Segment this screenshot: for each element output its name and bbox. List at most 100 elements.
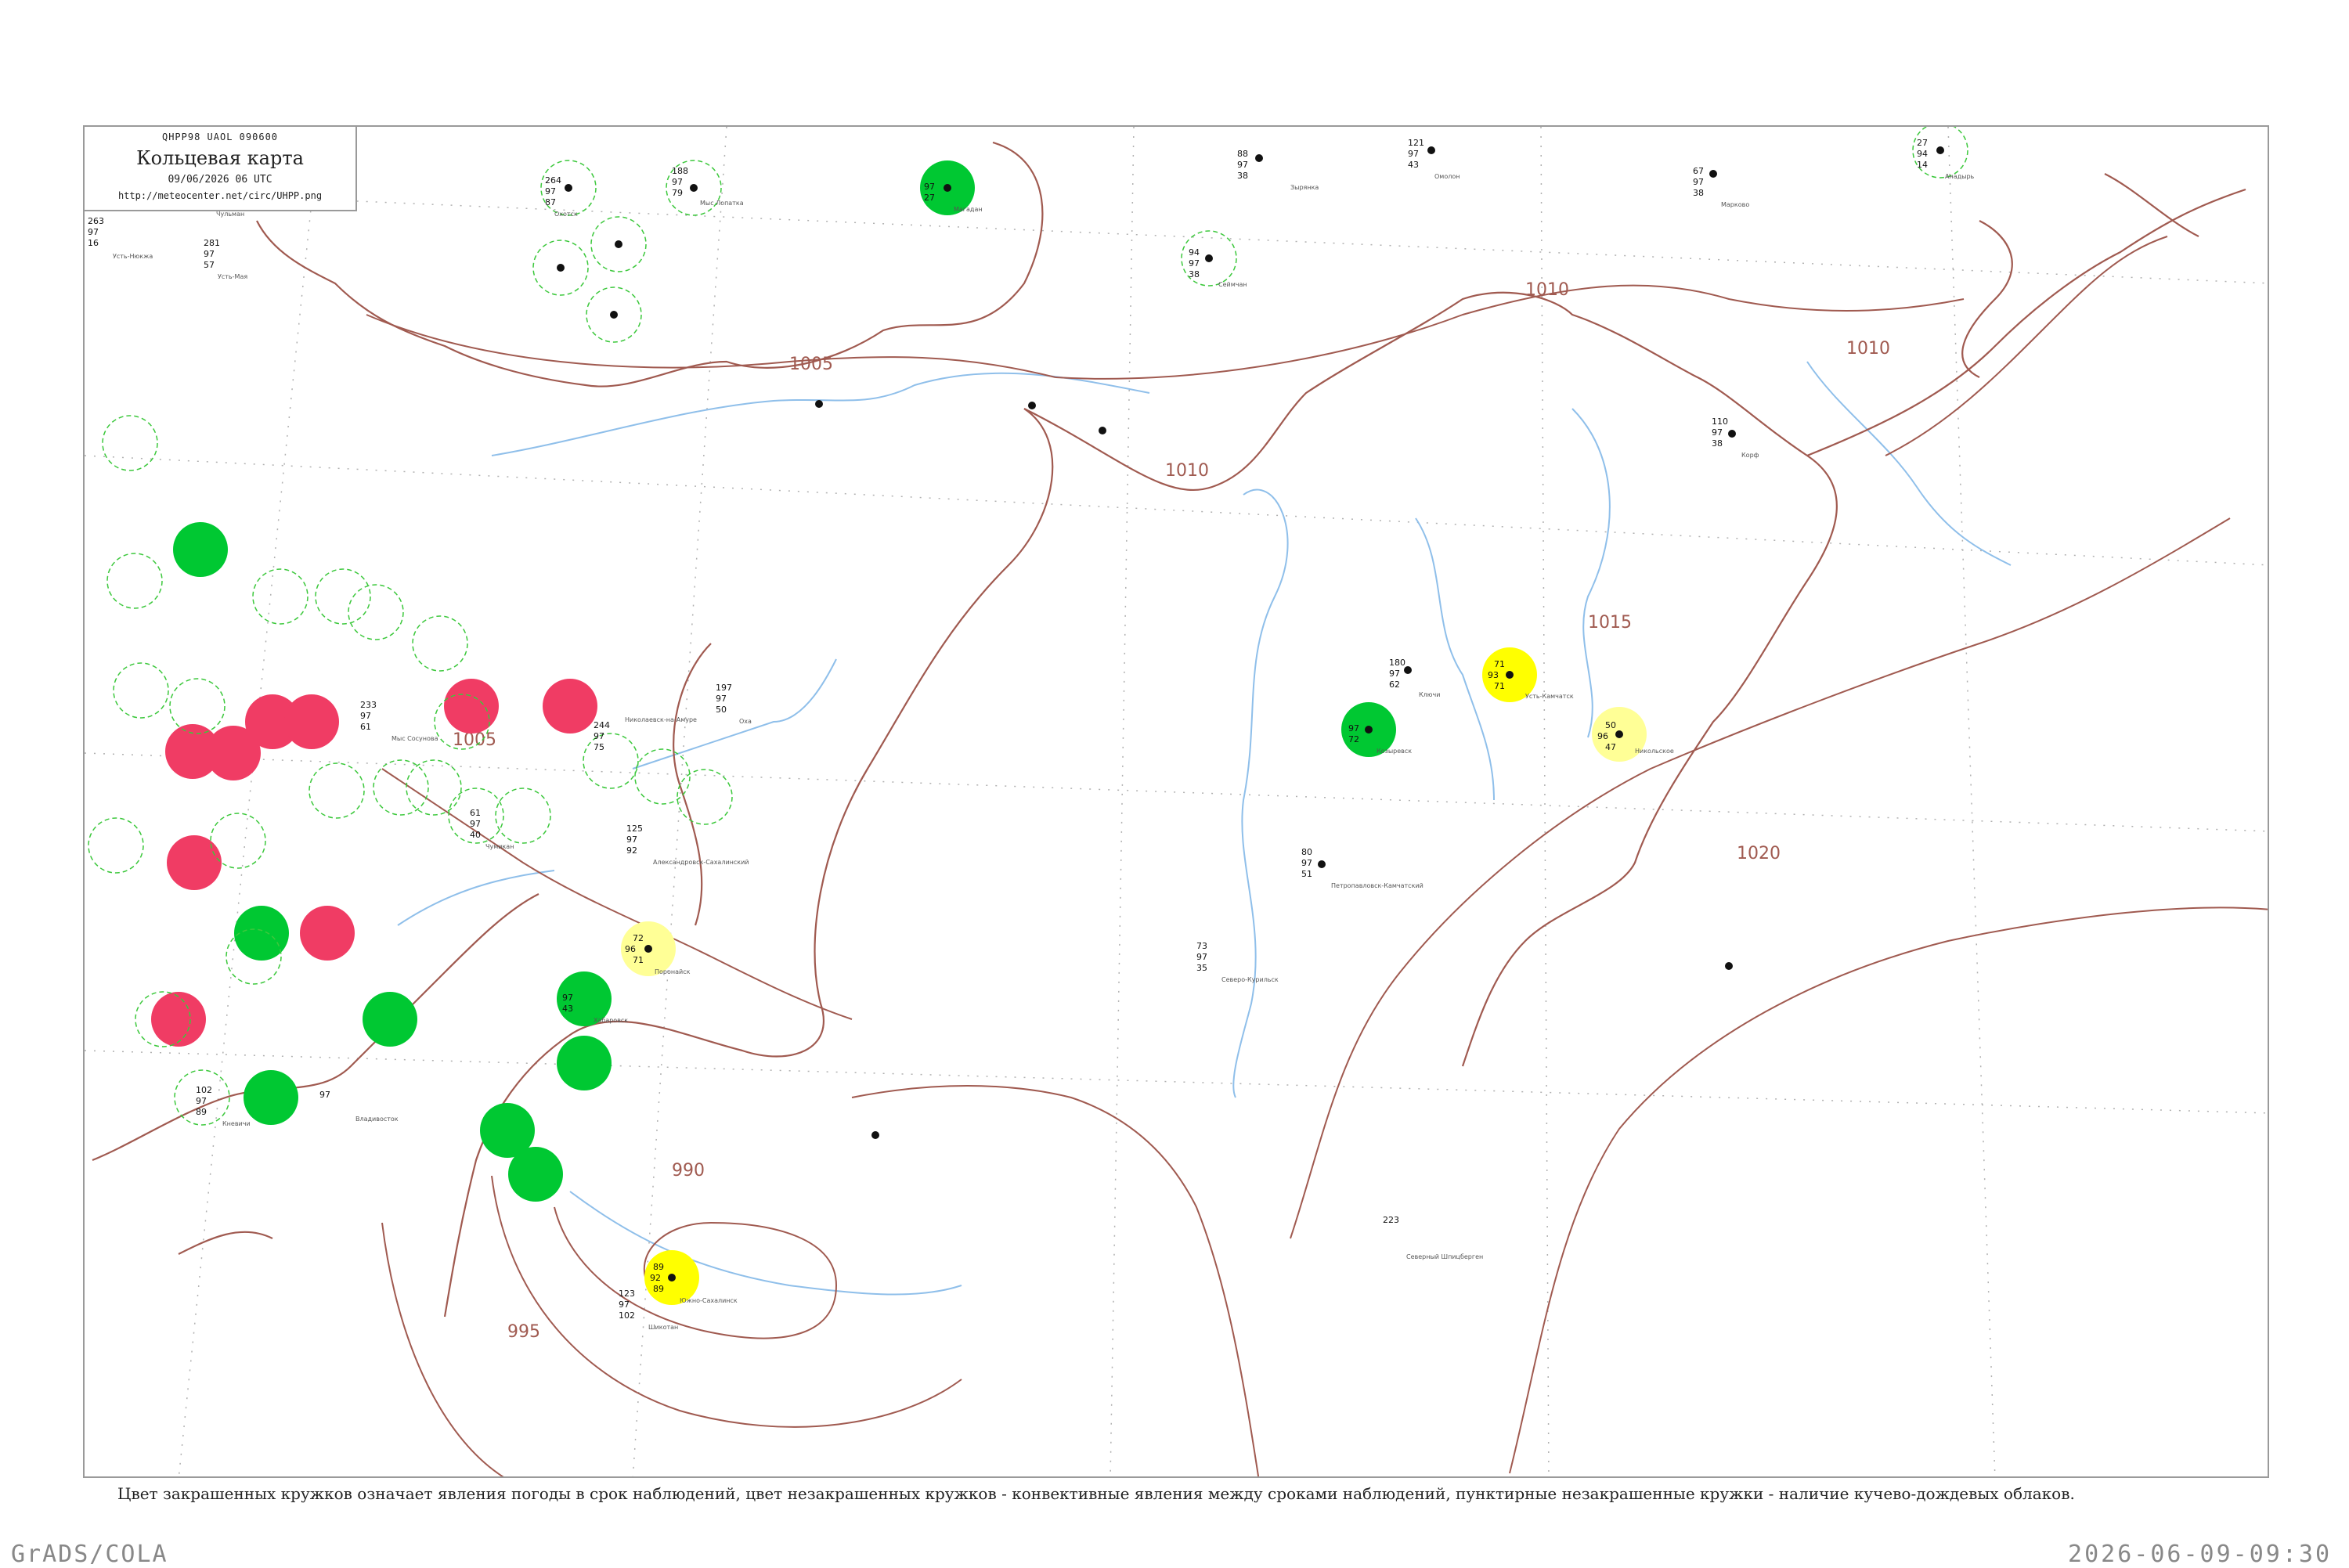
station-pressure: 50 <box>1605 720 1616 730</box>
station-dew: 62 <box>1389 679 1400 690</box>
station-name: Омолон <box>1434 173 1460 180</box>
station-dew: 47 <box>1605 742 1616 752</box>
station-pressure: 71 <box>1494 659 1505 669</box>
station-name: Кневичи <box>222 1120 251 1127</box>
station-temp: 97 <box>594 731 604 741</box>
station-pressure: 125 <box>626 824 643 834</box>
station-temp: 97 <box>626 834 637 845</box>
station-green-marker[interactable] <box>363 992 417 1047</box>
station-dew: 43 <box>562 1004 573 1014</box>
station-cb-marker[interactable] <box>210 813 266 869</box>
station-dew: 75 <box>594 742 604 752</box>
station-red-marker[interactable] <box>167 835 222 890</box>
station-pressure: 233 <box>360 700 377 710</box>
station-temp: 97 <box>1389 669 1400 679</box>
station-red-marker[interactable] <box>151 992 206 1047</box>
bulletin-code: QHPP98 UAOL 090600 <box>161 132 279 142</box>
station-green-marker[interactable] <box>508 1147 563 1202</box>
station-pressure: 67 <box>1693 166 1704 176</box>
station-temp: 97 <box>470 819 481 829</box>
station-name: Корф <box>1741 452 1759 459</box>
station-name: Козыревск <box>1377 748 1412 755</box>
station-dew: 102 <box>619 1310 635 1321</box>
station-name: Шикотан <box>648 1324 678 1331</box>
station-pressure: 121 <box>1408 138 1424 148</box>
station-dew: 38 <box>1237 171 1248 181</box>
station-dew: 35 <box>1196 963 1207 973</box>
station-temp: 97 <box>1712 427 1723 438</box>
station-cb-marker[interactable] <box>113 662 169 719</box>
station-cb-marker[interactable] <box>106 553 163 609</box>
station-name: Усть-Камчатск <box>1525 693 1574 700</box>
station-temp: 97 <box>204 249 215 259</box>
station-dew: 38 <box>1189 269 1200 279</box>
station-temp: 97 <box>1301 858 1312 868</box>
station-dew: 89 <box>653 1284 664 1294</box>
footer-software: GrADS/COLA <box>11 1541 168 1568</box>
station-red-marker[interactable] <box>444 679 499 734</box>
station-cb-marker[interactable] <box>634 748 691 805</box>
station-name: Мыс Лопатка <box>700 200 744 207</box>
station-cb-marker[interactable] <box>583 733 639 789</box>
station-dew: 89 <box>196 1107 207 1117</box>
station-temp: 97 <box>1348 723 1359 734</box>
isobar-label: 1020 <box>1737 844 1781 863</box>
station-name: Владивосток <box>355 1116 399 1123</box>
station-red-marker[interactable] <box>300 906 355 961</box>
station-green-marker[interactable] <box>244 1070 298 1125</box>
station-temp: 94 <box>1917 149 1928 159</box>
station-name: Хабаровск <box>594 1017 628 1024</box>
station-red-marker[interactable] <box>206 726 261 780</box>
station-pressure: 73 <box>1196 941 1207 951</box>
station-dew: 27 <box>924 193 935 203</box>
station-cb-marker[interactable] <box>406 759 462 816</box>
station-temp: 97 <box>924 182 935 192</box>
station-dew: 87 <box>545 197 556 207</box>
station-dew: 79 <box>672 188 683 198</box>
station-name: Охотск <box>554 211 578 218</box>
station-name: Анадырь <box>1945 173 1975 180</box>
map-canvas[interactable]: 1005 1010 1010 1010 1015 1020 1005 990 9… <box>85 127 2269 1478</box>
station-name: Поронайск <box>655 968 691 975</box>
footer-timestamp: 2026-06-09-09:30 <box>2068 1541 2332 1568</box>
station-pressure: 110 <box>1712 416 1728 427</box>
station-green-marker[interactable] <box>173 522 228 577</box>
map-frame[interactable]: 1005 1010 1010 1010 1015 1020 1005 990 9… <box>83 125 2269 1478</box>
station-cb-marker[interactable] <box>373 759 429 816</box>
station-cb-marker[interactable] <box>348 584 404 640</box>
station-cb-marker[interactable] <box>677 769 733 825</box>
station-cb-marker[interactable] <box>252 568 309 625</box>
station-pressure: 180 <box>1389 658 1405 668</box>
station-pressure: 94 <box>1189 247 1200 258</box>
station-red-marker[interactable] <box>543 679 597 734</box>
station-dew: 71 <box>633 955 644 965</box>
map-title-box: QHPP98 UAOL 090600 Кольцевая карта 09/06… <box>83 125 357 211</box>
station-pressure: 88 <box>1237 149 1248 159</box>
station-name: Оха <box>739 718 752 725</box>
station-temp: 92 <box>650 1273 661 1283</box>
station-dew: 40 <box>470 830 481 840</box>
station-name: Южно-Сахалинск <box>680 1297 738 1304</box>
station-cb-marker[interactable] <box>315 568 371 625</box>
station-name: Чульман <box>216 211 244 218</box>
isobar-label: 1010 <box>1525 280 1569 300</box>
station-dew: 43 <box>1408 160 1419 170</box>
station-cb-marker[interactable] <box>309 762 365 819</box>
station-temp: 97 <box>360 711 371 721</box>
map-caption: Цвет закрашенных кружков означает явлени… <box>117 1484 2075 1503</box>
station-name: Северо-Курильск <box>1221 976 1279 983</box>
station-red-marker[interactable] <box>284 694 339 749</box>
coastlines <box>92 141 2246 1317</box>
station-cb-marker[interactable] <box>88 817 144 874</box>
station-cb-marker[interactable] <box>102 415 158 471</box>
station-name: Мыс Сосунова <box>392 735 438 742</box>
map-title: Кольцевая карта <box>136 147 304 169</box>
station-temp: 97 <box>1189 258 1200 269</box>
station-pressure: 61 <box>470 808 481 818</box>
station-temp: 96 <box>625 944 636 954</box>
station-name: Чумикан <box>485 843 514 850</box>
isobar-label: 995 <box>507 1322 540 1342</box>
station-name: Усть-Мая <box>218 273 247 280</box>
station-cb-marker[interactable] <box>412 615 468 672</box>
station-green-marker[interactable] <box>557 1036 612 1090</box>
